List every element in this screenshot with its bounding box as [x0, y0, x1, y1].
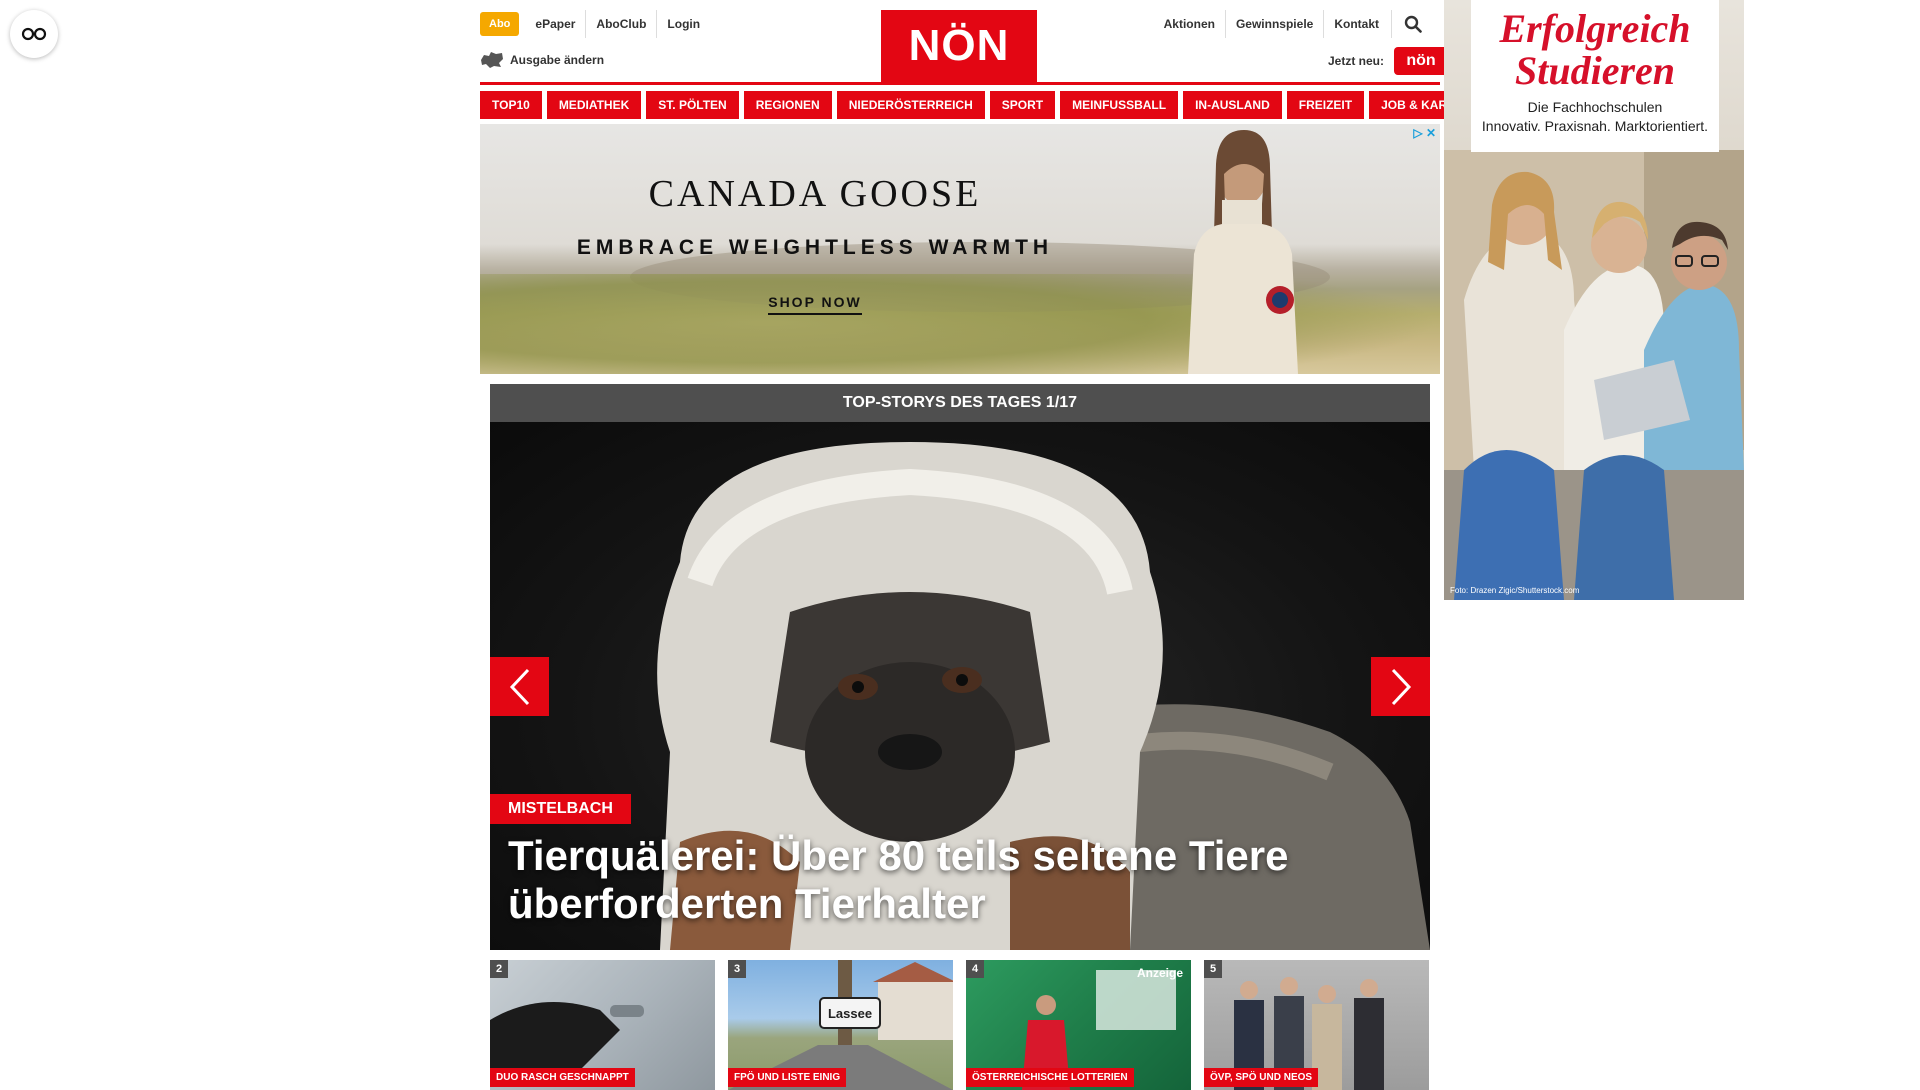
photo-credit: Foto: Drazen Zigic/Shutterstock.com: [1450, 586, 1580, 595]
edition-label: Ausgabe ändern: [510, 53, 605, 67]
story-category-tag[interactable]: MISTELBACH: [490, 794, 631, 824]
thumbnail-tag: DUO RASCH GESCHNAPPT: [490, 1068, 635, 1087]
header-divider: [480, 82, 1440, 85]
right-links: Aktionen Gewinnspiele Kontakt: [1154, 10, 1426, 38]
story-headline[interactable]: Tierquälerei: Über 80 teils seltene Tier…: [508, 832, 1388, 928]
sky-ad-textbox: Erfolgreich Studieren Die Fachhochschule…: [1471, 0, 1719, 152]
accessibility-icon: [21, 27, 47, 41]
town-sign-text: Lassee: [828, 1006, 872, 1021]
story-headline-line2: überforderten Tierhalter: [508, 880, 986, 927]
slider-next-button[interactable]: [1371, 657, 1430, 716]
ad-model-image: [1188, 130, 1298, 374]
nav-item-meinfussball[interactable]: MEINFUSSBALL: [1060, 91, 1179, 119]
app-logo: nön: [1394, 47, 1449, 75]
aktionen-link[interactable]: Aktionen: [1154, 10, 1225, 38]
slider-prev-button[interactable]: [490, 657, 549, 716]
top-stories-title: TOP-STORYS DES TAGES 1/17: [490, 384, 1430, 422]
aboclub-link[interactable]: AboClub: [585, 10, 656, 38]
ad-brand: CANADA GOOSE: [648, 173, 982, 215]
story-headline-line1: Tierquälerei: Über 80 teils seltene Tier…: [508, 832, 1289, 879]
abo-button[interactable]: Abo: [480, 12, 520, 36]
adchoices-icon[interactable]: ▷ ✕: [1413, 126, 1436, 140]
skyscraper-ad[interactable]: Erfolgreich Studieren Die Fachhochschule…: [1444, 0, 1744, 600]
main-nav: TOP10 MEDIATHEK ST. PÖLTEN REGIONEN NIED…: [480, 91, 1496, 119]
thumbnail-number: 3: [728, 960, 747, 978]
sky-ad-sub-line1: Die Fachhochschulen: [1527, 99, 1663, 115]
nav-item-st-poelten[interactable]: ST. PÖLTEN: [646, 91, 739, 119]
map-icon: [481, 52, 503, 68]
nav-item-in-ausland[interactable]: IN-AUSLAND: [1183, 91, 1282, 119]
thumbnail-number: 2: [490, 960, 509, 978]
top-links: Abo ePaper AboClub Login: [480, 10, 710, 38]
new-app-promo[interactable]: Jetzt neu: nön: [1328, 47, 1449, 75]
kontakt-link[interactable]: Kontakt: [1323, 10, 1389, 38]
search-button[interactable]: [1391, 10, 1426, 38]
banner-ad[interactable]: CANADA GOOSE EMBRACE WEIGHTLESS WARMTH S…: [480, 124, 1440, 374]
ad-cta-label: SHOP NOW: [768, 294, 862, 315]
arrow-left-icon: [509, 668, 529, 705]
sky-ad-headline: Erfolgreich Studieren: [1471, 8, 1719, 92]
nav-item-freizeit[interactable]: FREIZEIT: [1286, 91, 1365, 119]
ad-shop-now[interactable]: SHOP NOW: [480, 294, 1150, 315]
nav-item-mediathek[interactable]: MEDIATHEK: [546, 91, 642, 119]
login-link[interactable]: Login: [656, 10, 710, 38]
nav-item-regionen[interactable]: REGIONEN: [743, 91, 832, 119]
thumbnail-story-3[interactable]: Lassee 3 FPÖ UND LISTE EINIG: [728, 960, 953, 1090]
thumbnail-tag: ÖSTERREICHISCHE LOTTERIEN: [966, 1068, 1134, 1087]
thumbnail-number: 4: [966, 960, 985, 978]
arrow-right-icon: [1391, 668, 1411, 705]
search-icon: [1404, 15, 1422, 33]
sky-ad-sub-line2: Innovativ. Praxisnah. Marktorientiert.: [1481, 118, 1709, 134]
ad-badge: Anzeige: [1136, 966, 1183, 980]
sky-ad-headline-line2: Studieren: [1514, 48, 1676, 93]
sky-ad-headline-line1: Erfolgreich: [1499, 6, 1691, 51]
thumbnail-tag: FPÖ UND LISTE EINIG: [728, 1068, 847, 1087]
epaper-link[interactable]: ePaper: [525, 10, 585, 38]
new-label: Jetzt neu:: [1328, 54, 1385, 68]
sky-ad-subtitle: Die Fachhochschulen Innovativ. Praxisnah…: [1471, 98, 1719, 136]
site-logo[interactable]: NÖN: [881, 10, 1037, 82]
accessibility-button[interactable]: [10, 10, 58, 58]
thumbnail-story-2[interactable]: 2 DUO RASCH GESCHNAPPT: [490, 960, 715, 1090]
nav-item-sport[interactable]: SPORT: [989, 91, 1056, 119]
nav-item-niederoesterreich[interactable]: NIEDERÖSTERREICH: [836, 91, 985, 119]
nav-item-top10[interactable]: TOP10: [480, 91, 542, 119]
thumbnail-story-5[interactable]: 5 ÖVP, SPÖ UND NEOS: [1204, 960, 1429, 1090]
gewinnspiele-link[interactable]: Gewinnspiele: [1224, 10, 1323, 38]
ad-tagline: EMBRACE WEIGHTLESS WARMTH: [576, 236, 1054, 259]
thumbnail-number: 5: [1204, 960, 1223, 978]
thumbnail-tag: ÖVP, SPÖ UND NEOS: [1204, 1068, 1319, 1087]
hero-slide[interactable]: MISTELBACH Tierquälerei: Über 80 teils s…: [490, 422, 1430, 950]
thumbnail-story-4[interactable]: 4 Anzeige ÖSTERREICHISCHE LOTTERIEN: [966, 960, 1191, 1090]
edition-switch[interactable]: Ausgabe ändern: [480, 51, 604, 69]
